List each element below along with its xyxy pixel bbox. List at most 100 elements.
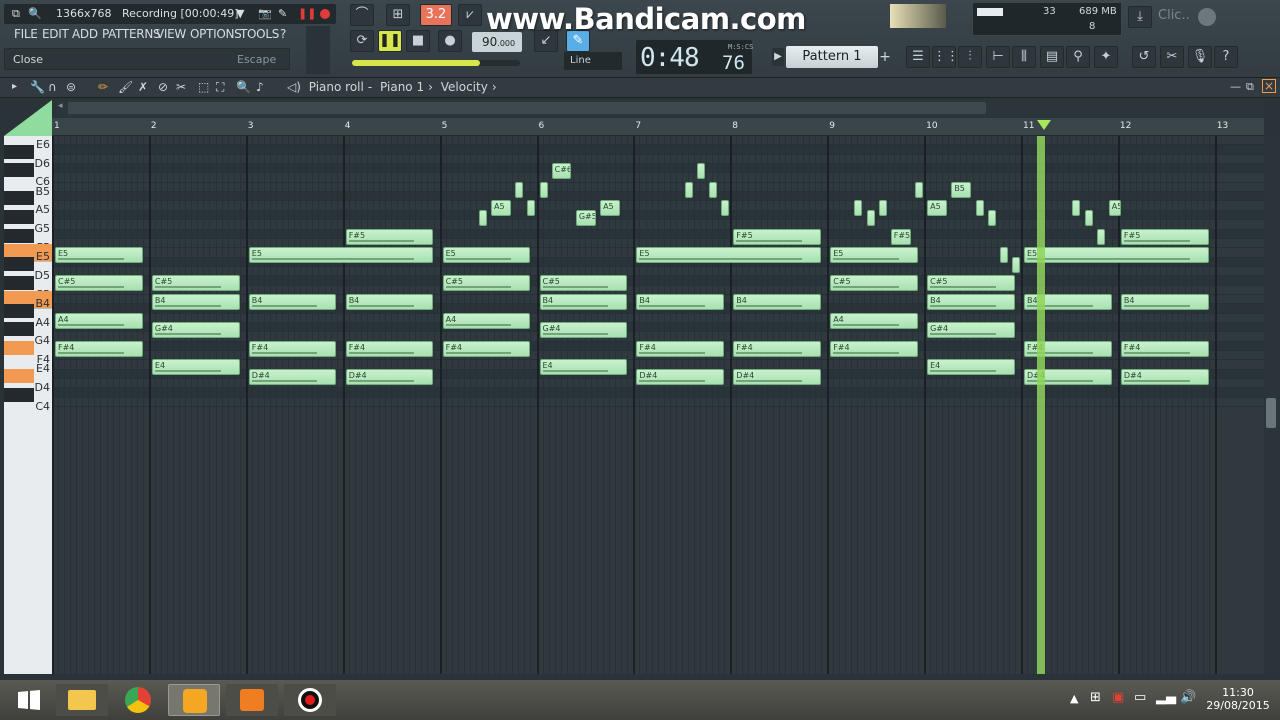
magnifier-icon[interactable]: 🔍 [236,80,251,94]
piano-roll-note[interactable]: A4 [442,312,531,329]
camera-icon[interactable]: 📷 [258,7,272,20]
piano-roll-note[interactable] [1011,256,1020,273]
speaker-icon[interactable]: ♪ [256,80,264,94]
magnet-icon[interactable]: ∩ [48,80,57,94]
piano-roll-note[interactable]: F#5 [890,228,911,245]
piano-roll-note[interactable]: E4 [539,359,628,376]
piano-roll-note[interactable]: C#5 [151,275,240,292]
piano-roll-note[interactable]: C#5 [830,275,918,292]
window-icon[interactable]: ⧉ [12,7,20,21]
blend-icon[interactable]: ⩗ [458,4,482,26]
crumb-2[interactable]: Piano 1 [380,80,424,94]
undo-icon[interactable]: ↺ [1132,46,1156,68]
piano-roll-note[interactable]: C#5 [539,275,628,292]
slice-tool-icon[interactable]: ✂ [176,80,186,94]
piano-key-black[interactable] [4,163,34,178]
piano-roll-note[interactable]: A4 [55,312,143,329]
menu-add[interactable]: ADD [72,27,98,41]
piano-roll-note[interactable]: F#4 [55,340,143,357]
piano-roll-note[interactable] [975,200,984,217]
piano-roll-note[interactable]: F#4 [830,340,918,357]
file-explorer-button[interactable] [56,684,108,716]
volume-icon[interactable]: 🔊 [1180,690,1196,705]
record-icon[interactable] [320,9,330,19]
piano-roll-note[interactable]: B4 [345,293,434,310]
piano-roll-note[interactable]: G#4 [539,322,628,338]
piano-roll-note[interactable] [987,209,996,226]
menu-arrow-icon[interactable]: ▸ [12,81,17,92]
piano-roll-note[interactable] [709,181,718,198]
piano-roll-note[interactable]: G#4 [151,322,240,338]
mixer-icon[interactable]: ⫼ [1012,46,1036,68]
browser-icon[interactable]: ⊢ [986,46,1010,68]
piano-roll-note[interactable]: F#4 [733,340,821,357]
piano-roll-note[interactable]: F#4 [1120,340,1209,357]
piano-roll-note[interactable] [1084,209,1093,226]
brush-tool-icon[interactable]: 🖌 [118,80,133,94]
menu-view[interactable]: VIEW [156,27,186,41]
playhead-marker[interactable] [1037,120,1051,130]
piano-roll-note[interactable]: E5 [55,247,143,264]
news-panel[interactable]: Clic.. [1158,8,1190,23]
piano-roll-note[interactable] [999,247,1008,264]
pattern-name[interactable]: Pattern 1 [786,46,878,68]
minimize-icon[interactable]: — [1230,80,1241,93]
position-slider[interactable] [352,60,520,66]
piano-roll-note[interactable]: C#5 [55,275,143,292]
select-tool-icon[interactable]: ⬚ [198,80,209,94]
time-display[interactable]: 0:48 M:S:CS 76 [636,40,753,74]
piano-roll-icon[interactable]: ⫶ [958,46,982,68]
piano-roll-note[interactable]: D#4 [248,368,337,385]
mute-tool-icon[interactable]: ⊘ [158,80,168,94]
piano-roll-note[interactable]: G#4 [927,322,1015,338]
pause-button[interactable]: ❚❚ [378,30,402,52]
piano-roll-note[interactable] [854,200,863,217]
piano-roll-note[interactable]: A5 [600,200,620,217]
tray-chevron-icon[interactable]: ▲ [1070,692,1078,705]
cut-icon[interactable]: ✂ [1160,46,1184,68]
mic-icon[interactable]: 🎙 [1188,46,1212,68]
crumb-1[interactable]: Piano roll [309,80,364,94]
fl-studio-button[interactable] [168,684,220,716]
file-icon[interactable]: ▤ [1040,46,1064,68]
piano-roll-note[interactable]: B4 [151,293,240,310]
piano-roll-note[interactable] [1096,228,1105,245]
piano-roll-note[interactable]: E5 [1024,247,1209,264]
start-button[interactable] [4,684,56,716]
piano-roll-note[interactable] [539,181,548,198]
wrench-icon[interactable]: 🔧 [30,80,45,94]
piano-keyboard[interactable]: E6D6C6B5A5G5F5E5D5C5B4A4G4F4E4D4C4 [4,136,52,674]
piano-roll-note[interactable]: F#4 [636,340,725,357]
counter-display[interactable]: 3.2 [420,4,452,26]
piano-roll-note[interactable]: B4 [248,293,337,310]
network-icon[interactable]: ▂▄ [1156,690,1176,705]
piano-key-black[interactable] [4,256,34,271]
pencil-icon[interactable]: ✎ [278,7,287,20]
note-grid[interactable]: E5 C#5 A4 F#4 C#5 B4 G#4 E4 E5 B4 F#4 D#4 F#5 B4 F#4 D#… [52,136,1264,674]
piano-key-black[interactable] [4,228,34,243]
tray-monitor-icon[interactable]: ▭ [1134,690,1146,705]
chrome-button[interactable] [112,684,164,716]
piano-roll-note[interactable] [721,200,730,217]
menu-file[interactable]: FILE [14,27,38,41]
piano-roll-note[interactable]: F#4 [442,340,531,357]
piano-roll-note[interactable]: B5 [951,181,972,198]
snap-select[interactable]: Line [564,52,622,70]
menu-edit[interactable]: EDIT [42,27,69,41]
piano-roll-note[interactable]: B4 [733,293,821,310]
piano-key-black[interactable] [4,144,34,159]
piano-key-black[interactable] [4,322,34,337]
horizontal-scroll-thumb[interactable] [68,102,986,114]
search-icon[interactable]: 🔍 [28,7,42,20]
piano-roll-note[interactable]: E5 [636,247,821,264]
piano-roll-note[interactable] [515,181,524,198]
pencil-tool-icon[interactable]: ✏ [98,80,108,94]
add-pattern-button[interactable]: + [878,48,892,66]
piano-roll-note[interactable]: A4 [830,312,918,329]
piano-roll-note[interactable] [878,200,887,217]
piano-roll-note[interactable]: D#4 [1120,368,1209,385]
horizontal-scrollbar[interactable]: ◂ [56,99,1264,117]
pause-icon[interactable]: ❚❚ [298,7,316,20]
piano-roll-note[interactable] [527,200,536,217]
piano-roll-note[interactable] [1072,200,1081,217]
